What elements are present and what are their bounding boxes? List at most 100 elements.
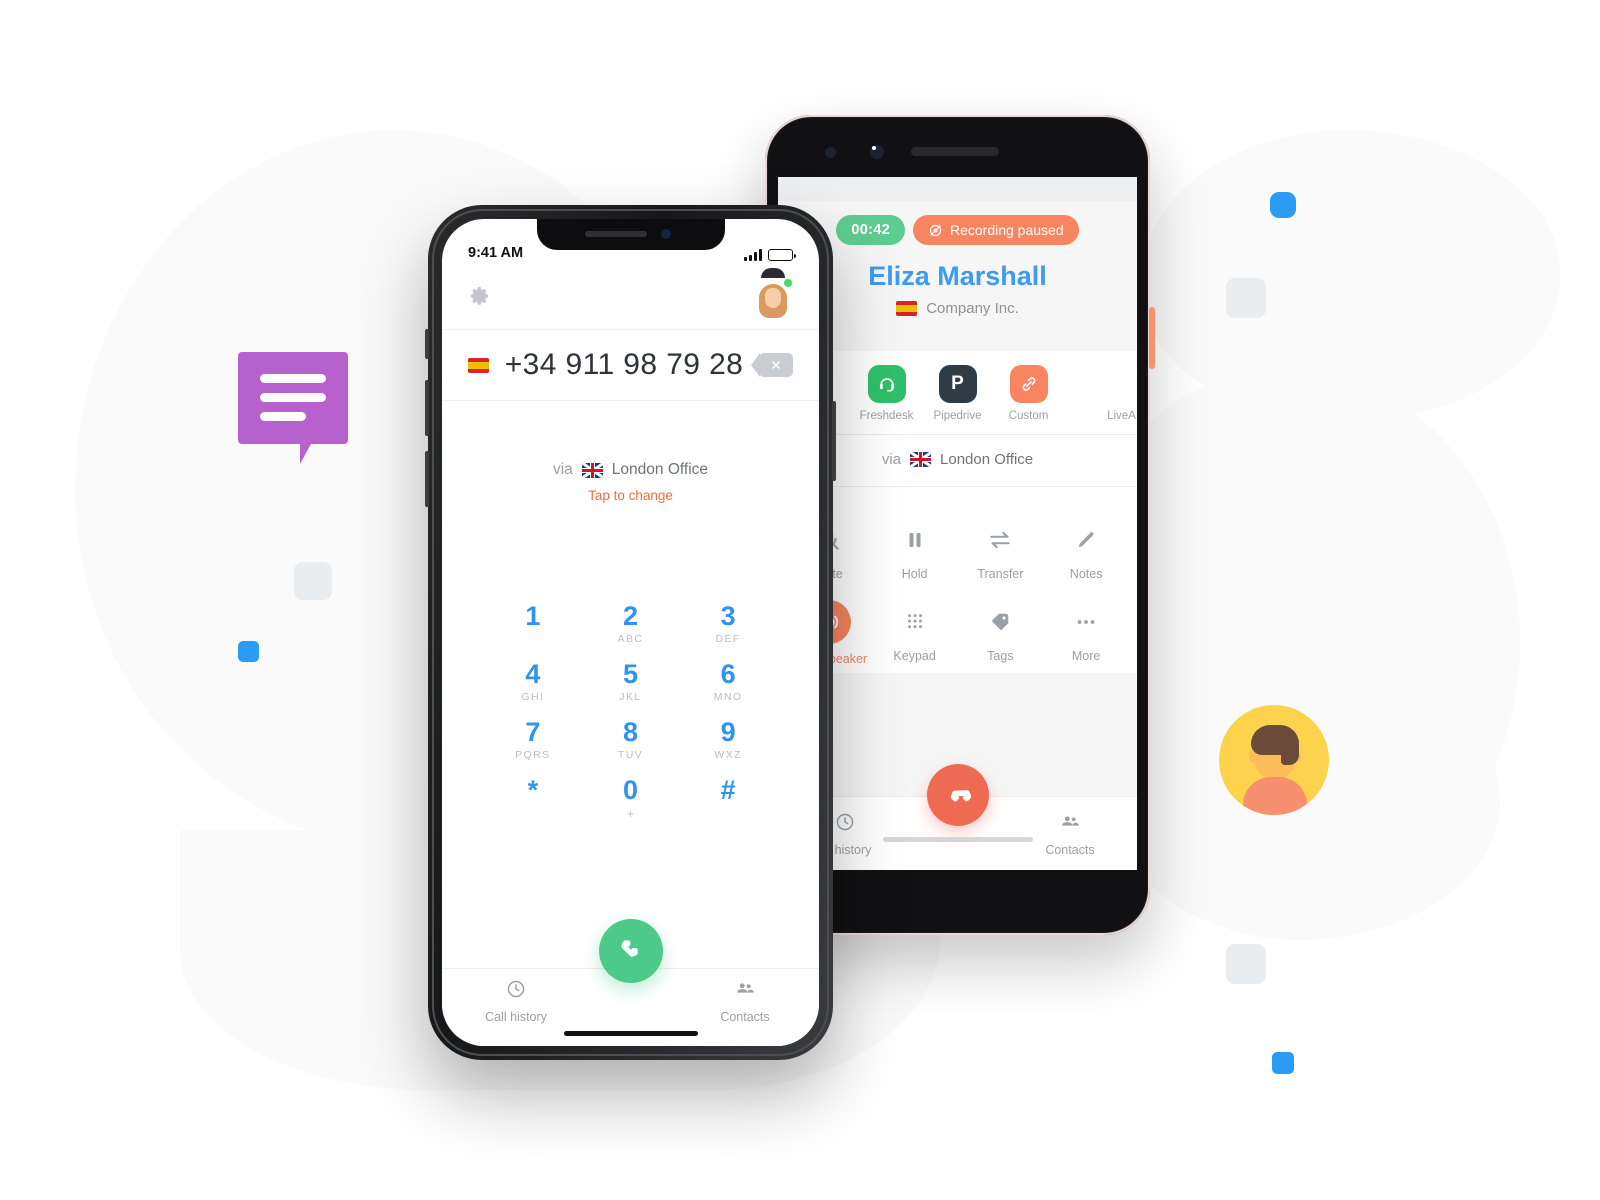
tag-icon (958, 605, 1044, 639)
call-button[interactable] (598, 919, 663, 983)
dialpad-key-6[interactable]: 6 MNO (679, 659, 777, 703)
backspace-button[interactable] (751, 353, 793, 377)
dialpad-key-9[interactable]: 9 WXZ (679, 717, 777, 761)
phone-number-row: +34 911 98 79 28 (442, 329, 819, 401)
dialpad-key-hash[interactable]: # (679, 775, 777, 821)
key-digit: 0 (622, 775, 638, 806)
recording-status-badge[interactable]: Recording paused (912, 215, 1079, 245)
integration-label: LiveA (1107, 410, 1136, 422)
contacts-people-icon (737, 982, 754, 993)
key-digit: 4 (525, 659, 541, 690)
dialpad-key-1[interactable]: 1 (484, 601, 582, 645)
freshdesk-headset-icon (879, 378, 894, 392)
gear-icon (470, 286, 488, 305)
via-prefix-label: via (552, 461, 573, 478)
via-office-label: London Office (940, 451, 1034, 468)
nav-call-history[interactable]: Call history (470, 978, 562, 1038)
side-button-orange[interactable] (1149, 307, 1155, 369)
dialpad-key-7[interactable]: 7 PQRS (484, 717, 582, 761)
dialpad: 1 2 ABC 3 DEF 4 GHI 5 JKL 6 MNO 7 PQRS 8… (442, 503, 819, 821)
key-digit: * (527, 775, 539, 806)
control-label: Hold (901, 567, 928, 581)
key-letters: MNO (713, 691, 743, 704)
phone-call-icon (620, 940, 638, 957)
dialpad-key-2[interactable]: 2 ABC (582, 601, 680, 645)
chat-bubble-tail (300, 442, 312, 464)
side-button-mute[interactable] (425, 329, 429, 359)
via-prefix-label: via (881, 451, 902, 468)
nav-label: Contacts (1045, 842, 1095, 857)
integration-item[interactable]: LiveA (1064, 365, 1136, 422)
settings-button[interactable] (468, 284, 492, 313)
key-digit: 5 (622, 659, 638, 690)
chat-line-3 (260, 412, 306, 421)
dialer-phone: 9:41 AM +34 911 98 79 28 via London Offi… (425, 205, 836, 1060)
key-plus: + (626, 807, 634, 822)
pipedrive-p-glyph: P (951, 373, 964, 394)
transfer-arrows-icon (958, 523, 1044, 557)
chat-line-2 (260, 393, 326, 402)
earpiece-speaker (911, 147, 999, 156)
hangup-button[interactable] (926, 764, 989, 826)
ellipsis-icon (1043, 605, 1129, 639)
side-button-power[interactable] (832, 401, 836, 481)
dialpad-key-0[interactable]: 0 + (582, 775, 680, 821)
flag-uk-icon (910, 452, 932, 467)
integration-icon: P (938, 365, 977, 403)
square-gray-bottom-right (1226, 944, 1266, 984)
dialpad-key-5[interactable]: 5 JKL (582, 659, 680, 703)
background-blob-right-top (1140, 130, 1560, 420)
square-gray-top-right (1226, 278, 1266, 318)
side-button-volume-down[interactable] (425, 451, 429, 507)
integration-item[interactable]: P Pipedrive (922, 365, 993, 422)
key-digit: 6 (720, 659, 736, 690)
control-label: Notes (1069, 567, 1103, 581)
integration-icon (867, 365, 906, 403)
clock-icon (507, 980, 525, 997)
nav-contacts[interactable]: Contacts (1027, 811, 1113, 857)
battery-icon (768, 249, 796, 261)
tap-to-change-link[interactable]: Tap to change (442, 488, 819, 503)
link-chain-icon (1022, 377, 1035, 391)
key-digit: 2 (622, 601, 638, 631)
iphone-home-indicator (563, 1031, 698, 1036)
status-indicators (744, 249, 796, 261)
key-letters: GHI (521, 691, 545, 704)
profile-avatar-button[interactable] (753, 268, 794, 318)
integration-item[interactable]: Freshdesk (851, 365, 922, 422)
control-notes[interactable]: Notes (1043, 523, 1129, 583)
key-letters: DEF (715, 633, 741, 646)
key-digit: 7 (525, 717, 541, 748)
nav-contacts[interactable]: Contacts (699, 978, 791, 1038)
dialpad-key-star[interactable]: * (484, 775, 582, 821)
caller-company-label: Company Inc. (926, 300, 1019, 317)
dialpad-key-8[interactable]: 8 TUV (582, 717, 680, 761)
call-status-bar (778, 177, 1137, 201)
control-label: Tags (987, 648, 1014, 663)
integration-item[interactable]: Custom (993, 365, 1064, 422)
contacts-people-icon (1062, 815, 1079, 826)
key-letters: JKL (619, 691, 642, 704)
dialer-via-block: via London Office Tap to change (442, 401, 819, 503)
dialpad-key-4[interactable]: 4 GHI (484, 659, 582, 703)
dialpad-key-3[interactable]: 3 DEF (679, 601, 777, 645)
square-blue-bottom-right (1272, 1052, 1294, 1074)
control-tags[interactable]: Tags (958, 605, 1044, 668)
pause-icon (872, 523, 958, 557)
control-transfer[interactable]: Transfer (958, 523, 1044, 583)
key-digit: 1 (525, 601, 541, 631)
keypad-dots-icon (872, 605, 958, 639)
chat-bubble-illustration (238, 352, 348, 464)
side-button-volume-up[interactable] (425, 380, 429, 436)
android-home-bar (882, 837, 1033, 842)
key-letters: PQRS (515, 749, 551, 762)
control-more[interactable]: More (1043, 605, 1129, 668)
control-hold[interactable]: Hold (872, 523, 958, 583)
via-line[interactable]: via London Office (442, 461, 819, 479)
square-gray-left (294, 562, 332, 600)
dialer-header (442, 267, 819, 329)
phone-number-input[interactable]: +34 911 98 79 28 (489, 348, 759, 382)
integration-label: Freshdesk (859, 410, 914, 422)
control-keypad[interactable]: Keypad (872, 605, 958, 668)
online-status-dot (782, 277, 794, 289)
